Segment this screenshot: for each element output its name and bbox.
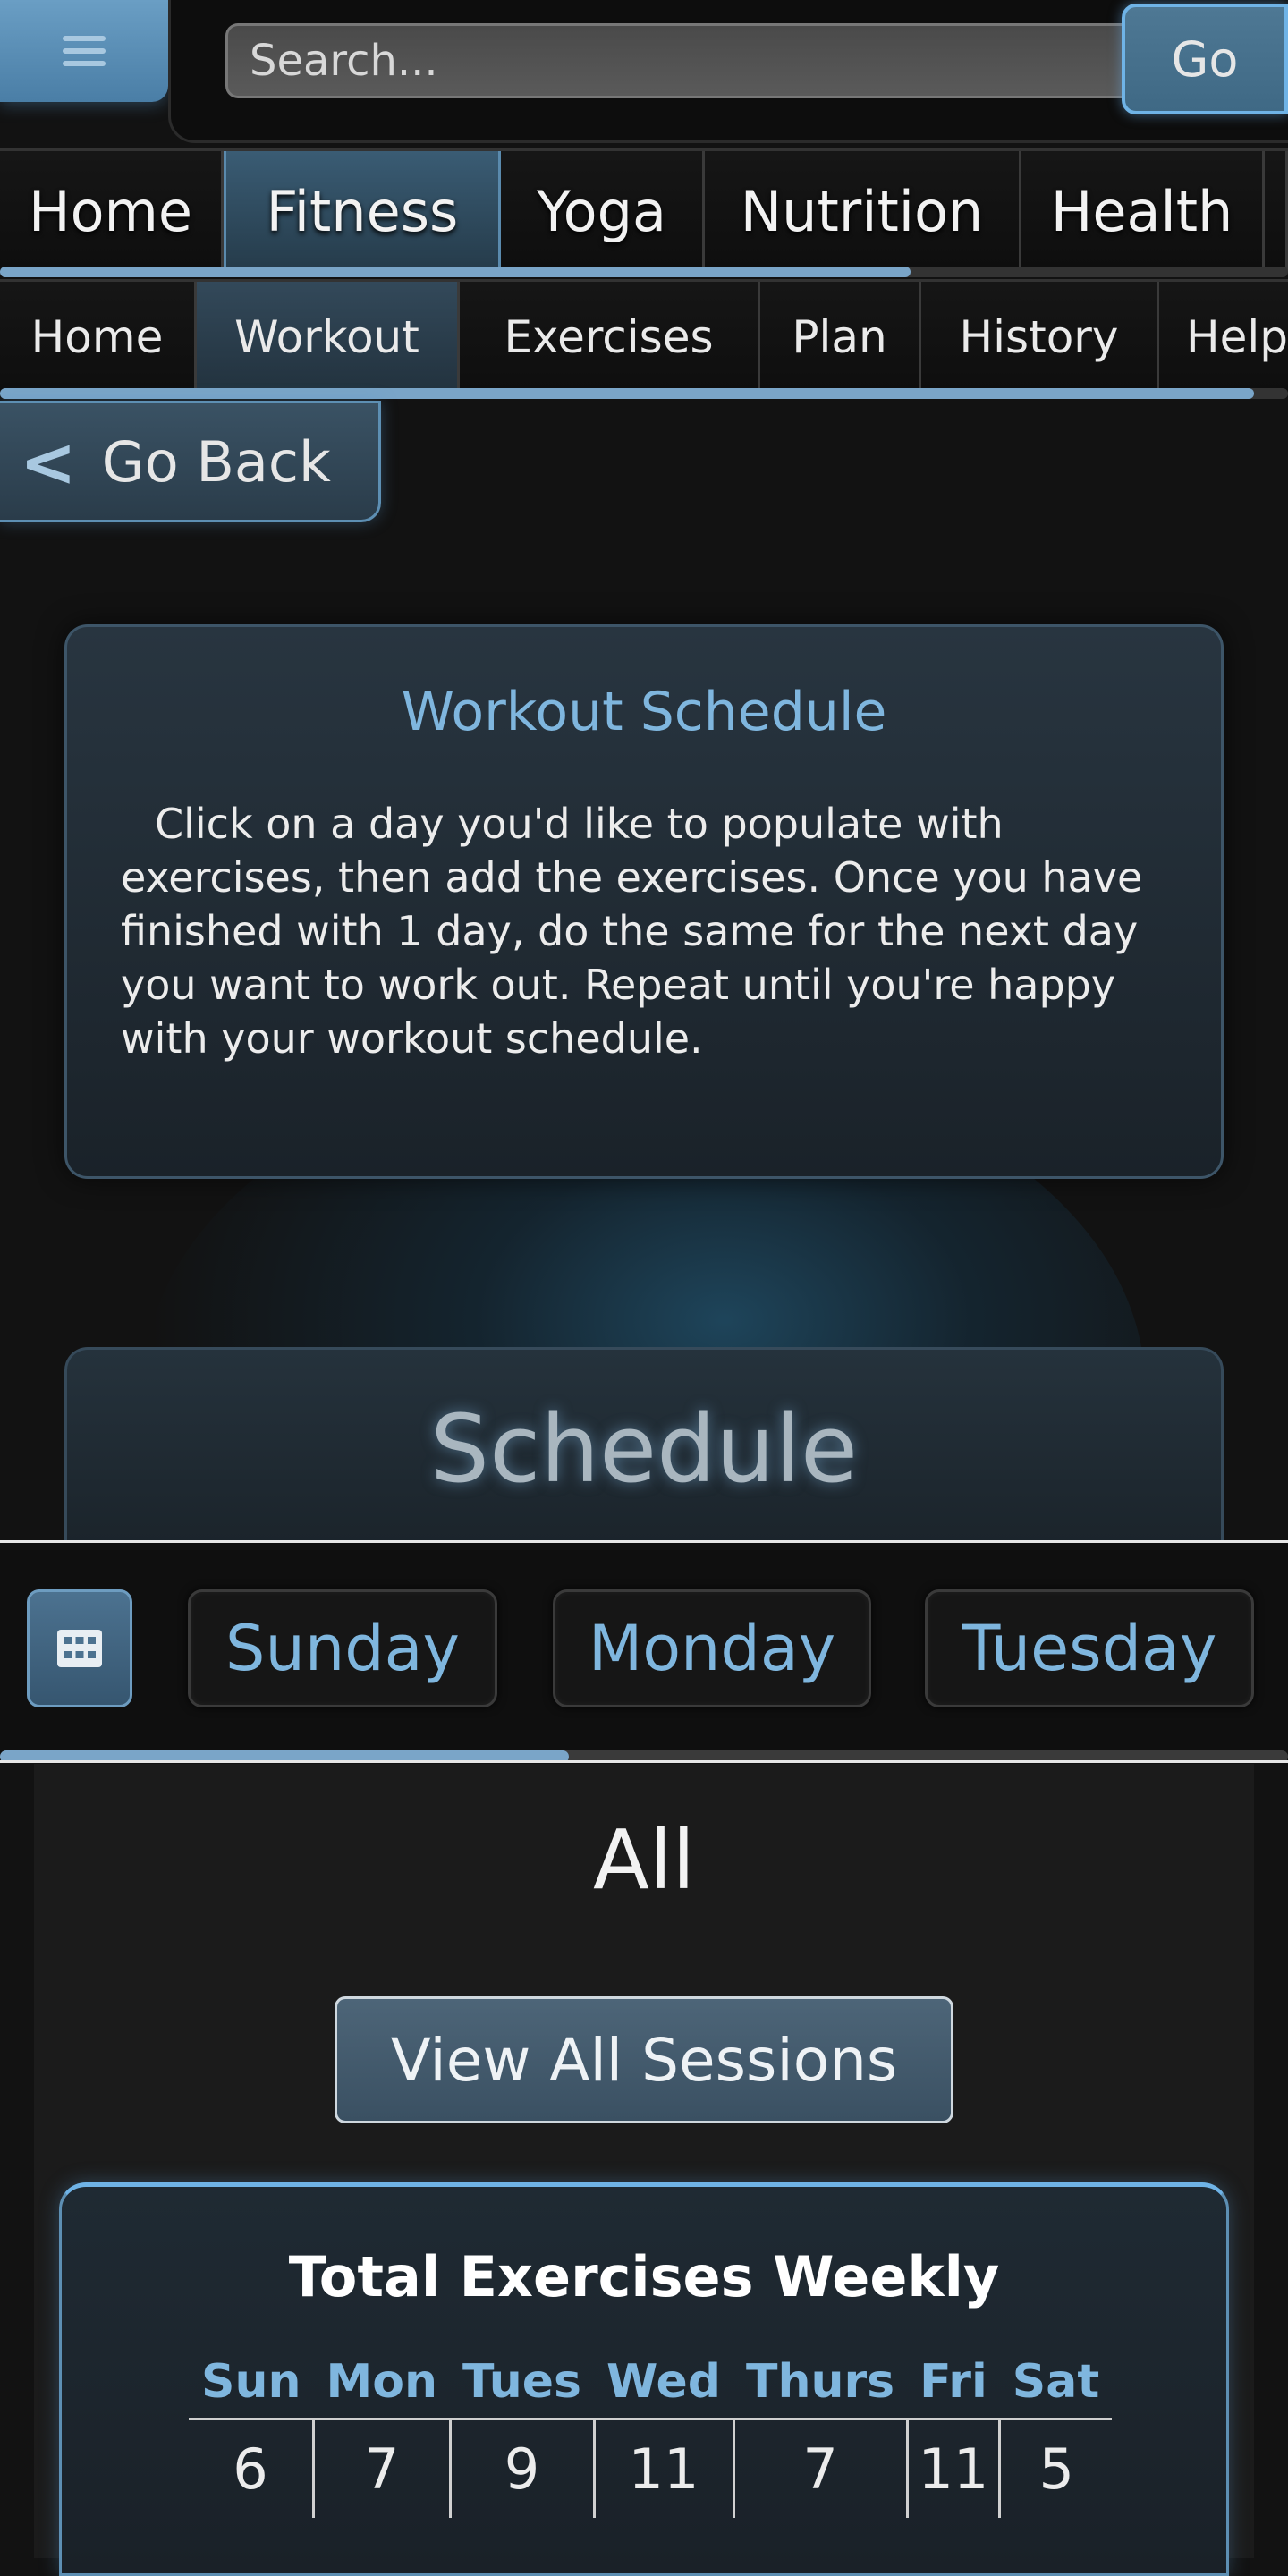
tab-yoga[interactable]: Yoga <box>501 151 705 271</box>
go-back-button[interactable]: < Go Back <box>0 401 381 522</box>
secondary-nav-scrollbar[interactable] <box>0 388 1288 399</box>
weekly-totals-card: Total Exercises Weekly Sun Mon Tues Wed … <box>59 2182 1229 2576</box>
tab-home[interactable]: Home <box>0 151 224 271</box>
subtab-plan[interactable]: Plan <box>760 282 921 393</box>
day-header: Sat <box>999 2355 1113 2420</box>
weekly-totals-table: Sun Mon Tues Wed Thurs Fri Sat 6 7 9 11 … <box>189 2355 1113 2518</box>
card-instructions: Click on a day you'd like to populate wi… <box>121 800 1143 1063</box>
tab-fitness[interactable]: Fitness <box>224 151 501 271</box>
weekly-totals-title: Total Exercises Weekly <box>288 2244 1000 2309</box>
schedule-title: Schedule <box>430 1394 858 1504</box>
chevron-left-icon: < <box>20 421 77 502</box>
tab-health[interactable]: Health <box>1021 151 1265 271</box>
subtab-exercises[interactable]: Exercises <box>460 282 760 393</box>
day-header: Wed <box>594 2355 733 2420</box>
search-input[interactable] <box>225 23 1138 98</box>
day-header: Fri <box>907 2355 1000 2420</box>
subtab-workout[interactable]: Workout <box>197 282 460 393</box>
day-count: 6 <box>189 2419 315 2518</box>
day-count: 9 <box>450 2419 596 2518</box>
day-header: Sun <box>189 2355 314 2420</box>
day-count: 7 <box>313 2419 452 2518</box>
tab-nutrition[interactable]: Nutrition <box>705 151 1021 271</box>
day-header: Thurs <box>733 2355 908 2420</box>
day-header: Tues <box>450 2355 594 2420</box>
subtab-history[interactable]: History <box>921 282 1159 393</box>
filter-label: All <box>592 1812 696 1908</box>
tab-more[interactable] <box>1265 151 1288 271</box>
schedule-card: Schedule <box>64 1347 1224 1544</box>
day-count: 11 <box>907 2419 1002 2518</box>
primary-nav: Home Fitness Yoga Nutrition Health <box>0 148 1288 271</box>
secondary-nav: Home Workout Exercises Plan History Help <box>0 279 1288 393</box>
divider <box>0 1760 1288 1763</box>
view-all-sessions-button[interactable]: View All Sessions <box>335 1996 953 2123</box>
calendar-button[interactable] <box>27 1589 132 1707</box>
day-count: 7 <box>733 2419 909 2518</box>
workout-schedule-card: Workout Schedule Click on a day you'd li… <box>64 624 1224 1179</box>
card-title: Workout Schedule <box>401 681 887 743</box>
go-back-label: Go Back <box>101 428 331 495</box>
go-button[interactable]: Go <box>1122 4 1288 114</box>
day-header: Mon <box>313 2355 450 2420</box>
subtab-home[interactable]: Home <box>0 282 197 393</box>
primary-nav-scrollbar[interactable] <box>0 267 1288 277</box>
day-count: 5 <box>1038 2436 1074 2502</box>
menu-button[interactable] <box>0 0 168 102</box>
day-button-tuesday[interactable]: Tuesday <box>925 1589 1254 1707</box>
subtab-help[interactable]: Help <box>1159 282 1288 393</box>
day-button-monday[interactable]: Monday <box>553 1589 871 1707</box>
day-selector: Sunday Monday Tuesday <box>0 1540 1288 1763</box>
hamburger-icon <box>63 29 106 73</box>
calendar-grid-icon <box>57 1630 102 1667</box>
day-button-sunday[interactable]: Sunday <box>188 1589 497 1707</box>
day-count: 11 <box>594 2419 735 2518</box>
